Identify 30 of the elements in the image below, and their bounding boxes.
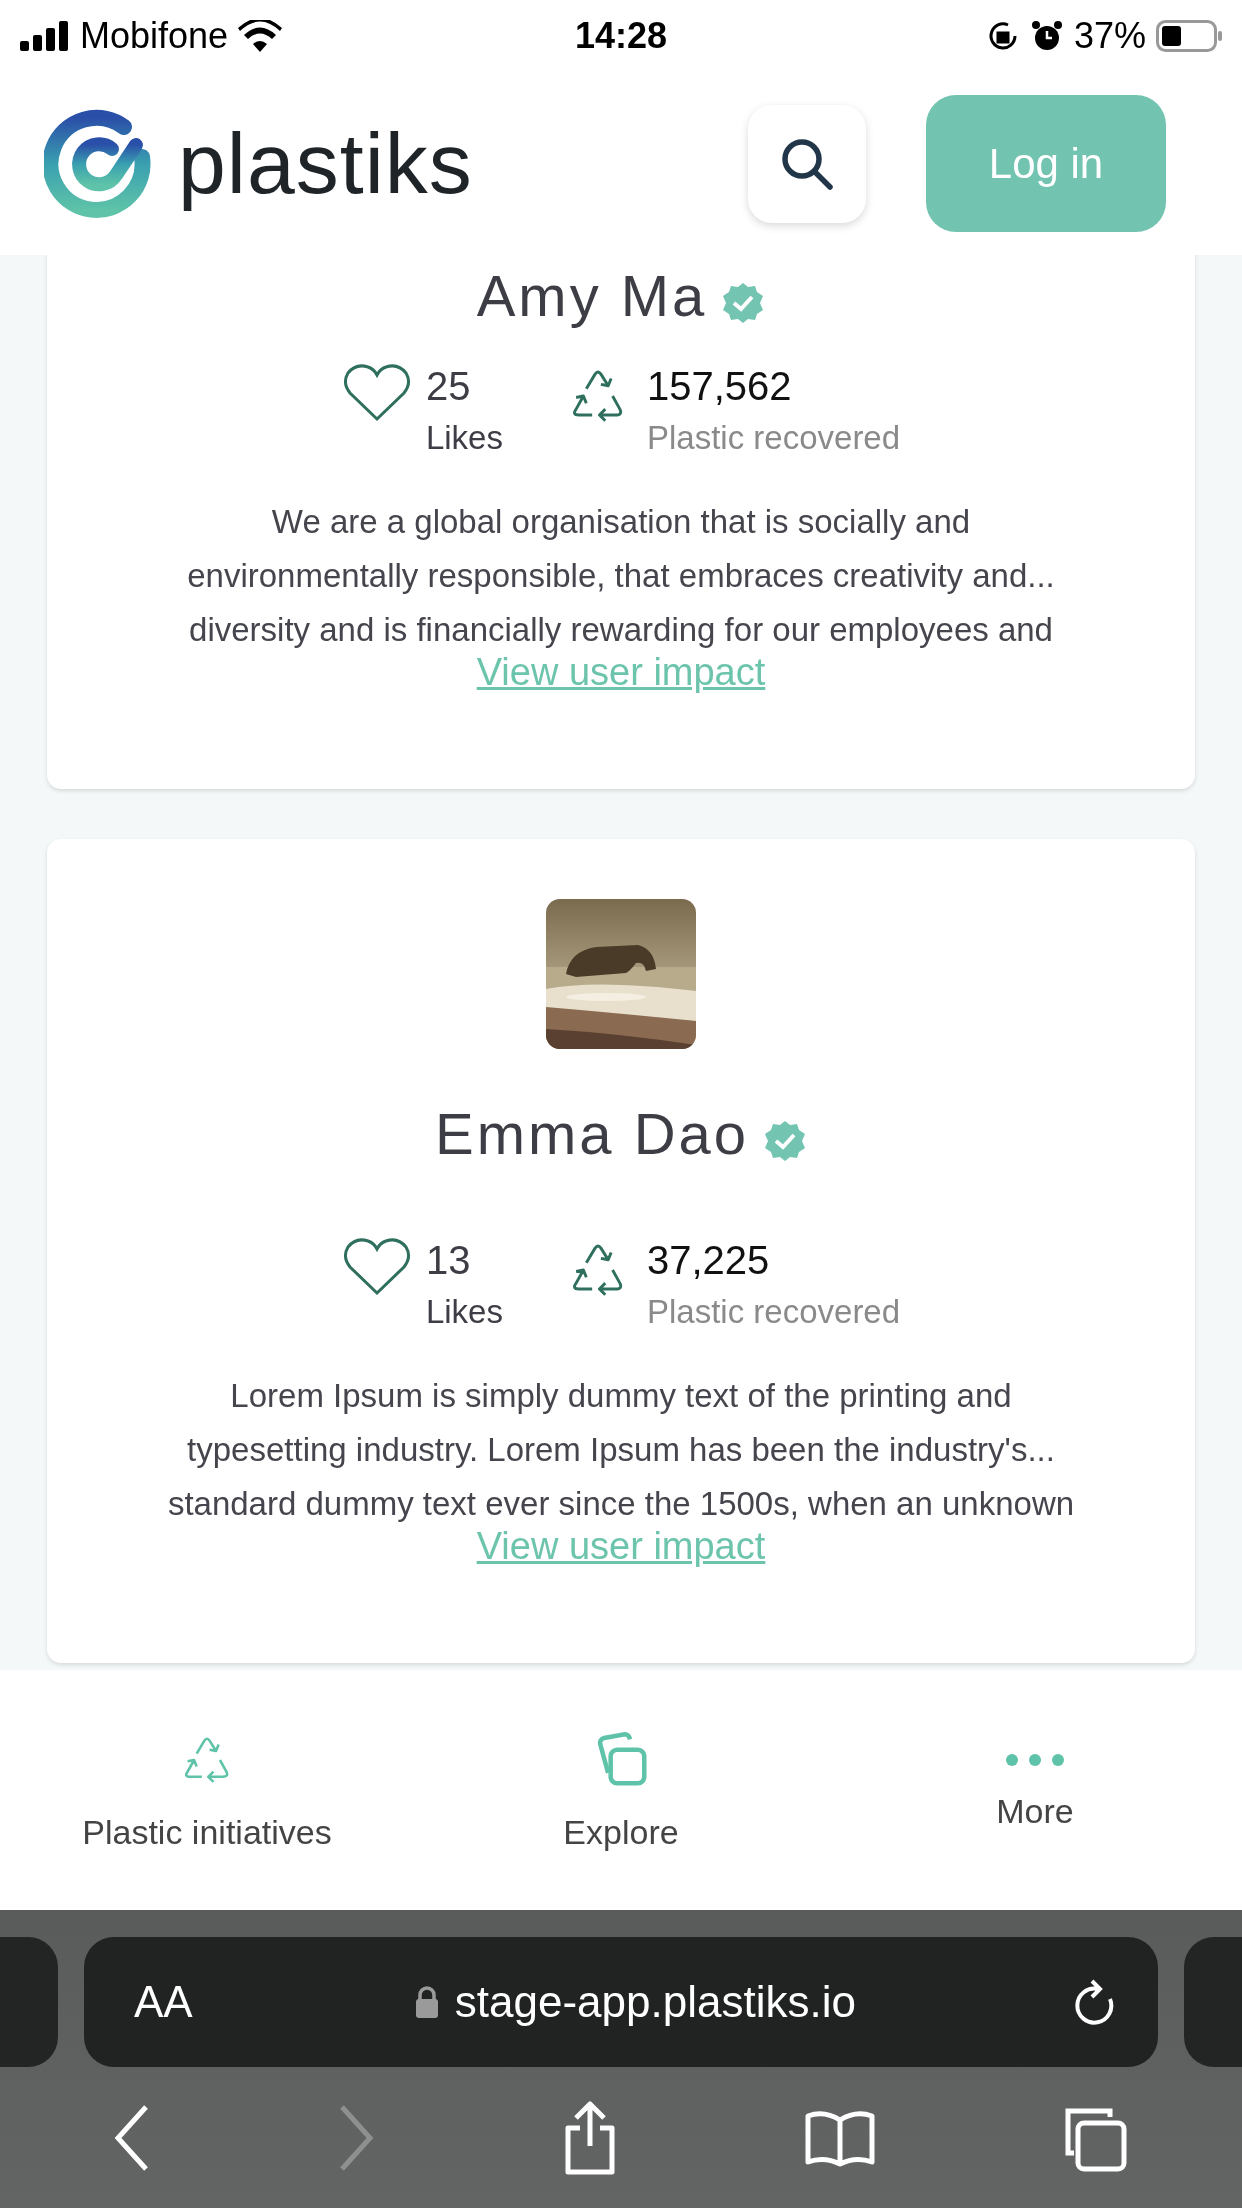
lock-icon bbox=[414, 1986, 439, 2018]
battery-icon bbox=[1156, 20, 1222, 52]
address-bar[interactable]: AA stage-app.plastiks.io bbox=[84, 1937, 1158, 2067]
logo-text: plastiks bbox=[178, 114, 473, 213]
likes-count: 25 bbox=[425, 363, 472, 410]
wifi-icon bbox=[238, 20, 283, 52]
user-description: Lorem Ipsum is simply dummy text of the printing and typesetting industry. Lorem Ipsum has been the industry's... standard dummy text ever since the 1500s, when an unknown bbox=[167, 1376, 1075, 1524]
heart-icon[interactable] bbox=[341, 361, 412, 423]
heart-icon[interactable] bbox=[341, 1235, 412, 1297]
signal-icon bbox=[20, 21, 70, 51]
text-size-button[interactable]: AA bbox=[128, 1976, 199, 2028]
likes-label: Likes bbox=[425, 418, 503, 458]
search-button[interactable] bbox=[748, 104, 866, 223]
plastic-count: 157,562 bbox=[646, 363, 793, 410]
likes-label: Likes bbox=[425, 1292, 503, 1332]
nav-item[interactable]: Plastic initiatives bbox=[0, 1727, 414, 1853]
battery-percent: 37% bbox=[1073, 15, 1146, 57]
user-name: Amy Ma bbox=[476, 262, 708, 330]
user-name: Emma Dao bbox=[434, 1100, 750, 1168]
plastic-label: Plastic recovered bbox=[646, 1292, 901, 1332]
clock-time: 14:28 bbox=[574, 15, 668, 57]
carrier-name: Mobifone bbox=[80, 15, 229, 57]
user-description: We are a global organisation that is socially and environmentally responsible, that embraces creativity and... diversity and is financially rewarding for our employees and bbox=[187, 502, 1055, 650]
alarm-icon bbox=[1029, 19, 1064, 53]
nav-item[interactable]: Explore bbox=[414, 1727, 828, 1853]
plastic-label: Plastic recovered bbox=[646, 418, 901, 458]
nav-item[interactable]: More bbox=[828, 1748, 1242, 1832]
url-text: stage-app.plastiks.io bbox=[454, 1977, 856, 2027]
plastic-count: 37,225 bbox=[646, 1237, 771, 1284]
likes-count: 13 bbox=[425, 1237, 472, 1284]
